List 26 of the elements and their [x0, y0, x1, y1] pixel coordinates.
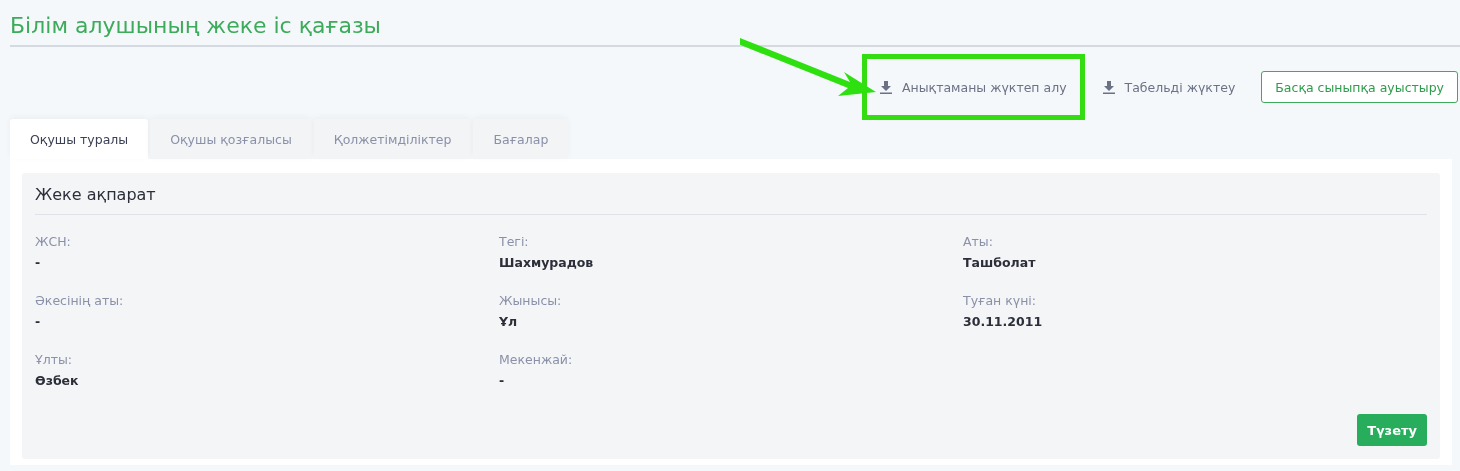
field-value: - — [35, 254, 42, 272]
field-label: Жынысы: — [499, 292, 563, 310]
field-value: Өзбек — [35, 372, 80, 390]
field-label: Әкесінің аты: — [35, 292, 125, 310]
field-label: ЖСН: — [35, 233, 72, 251]
field-label: Аты: — [963, 233, 994, 251]
section-title: Жеке ақпарат — [35, 173, 1427, 215]
field-label: Тегі: — [499, 233, 530, 251]
field-label: Туған күні: — [963, 292, 1038, 310]
download-button[interactable]: Анықтаманы жүктеп алу — [862, 54, 1085, 120]
download-button[interactable]: Табельді жүктеу — [1098, 73, 1240, 101]
field-label: Мекенжай: — [499, 351, 574, 369]
tab[interactable]: Оқушы қозғалысы — [150, 119, 312, 159]
field-value: Ұл — [499, 313, 519, 331]
field-value: - — [35, 313, 42, 331]
tab[interactable]: Оқушы туралы — [10, 119, 149, 159]
field-value: Шахмурадов — [499, 254, 595, 272]
field-value: - — [499, 372, 506, 390]
page-title: Білім алушының жеке іс қағазы — [10, 0, 1460, 47]
tab[interactable]: Бағалар — [473, 119, 569, 159]
field-label: Ұлты: — [35, 351, 73, 369]
transfer-button[interactable]: Басқа сыныпқа ауыстыру — [1261, 71, 1458, 103]
field-value: Ташболат — [963, 254, 1037, 272]
edit-button[interactable]: Түзету — [1357, 414, 1427, 446]
tab[interactable]: Қолжетімділіктер — [313, 119, 472, 159]
field-value: 30.11.2011 — [963, 313, 1044, 331]
